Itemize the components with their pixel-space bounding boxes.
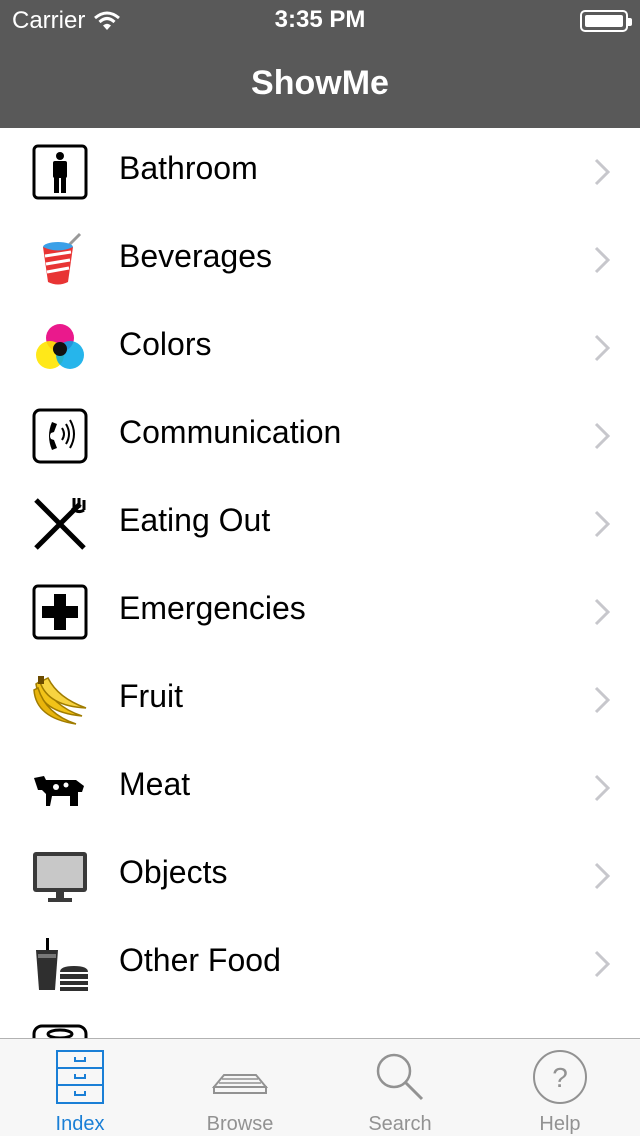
bathroom-icon [30, 142, 90, 202]
battery-level [585, 15, 623, 27]
drink-burger-icon [30, 934, 90, 994]
chevron-right-icon [594, 334, 610, 362]
list-item-label: Colors [119, 326, 212, 362]
page-title: ShowMe [251, 64, 389, 102]
cow-icon [30, 758, 90, 818]
browse-tray-icon [212, 1074, 268, 1094]
fork-knife-icon [30, 494, 90, 554]
list-item-communication[interactable]: Communication [0, 392, 640, 480]
magnifier-icon [376, 1053, 424, 1101]
chevron-right-icon [594, 862, 610, 890]
chevron-right-icon [594, 510, 610, 538]
tab-label: Search [368, 1113, 432, 1135]
battery-icon [580, 10, 632, 32]
beverage-cup-icon [30, 230, 90, 290]
status-time: 3:35 PM [274, 6, 366, 33]
monitor-icon [30, 846, 90, 906]
file-cabinet-icon [56, 1050, 104, 1104]
list-item-label: Bathroom [119, 150, 258, 186]
list-item-fruit[interactable]: Fruit [0, 656, 640, 744]
tab-index[interactable]: Index [0, 1039, 160, 1136]
list-item-other-food[interactable]: Other Food [0, 920, 640, 1008]
chevron-right-icon [594, 422, 610, 450]
tab-label: Index [55, 1113, 105, 1135]
first-aid-cross-icon [30, 582, 90, 642]
chevron-right-icon [594, 246, 610, 274]
list-item-label: Beverages [119, 238, 272, 274]
tab-label: Help [539, 1113, 581, 1135]
telephone-icon [30, 406, 90, 466]
list-item-emergencies[interactable]: Emergencies [0, 568, 640, 656]
tab-browse[interactable]: Browse [160, 1039, 320, 1136]
tab-help[interactable]: ? Help [480, 1039, 640, 1136]
tab-bar: Index Browse Search ? Help [0, 1038, 640, 1136]
chevron-right-icon [594, 950, 610, 978]
question-icon: ? [533, 1050, 587, 1104]
list-item-colors[interactable]: Colors [0, 304, 640, 392]
list-item-meat[interactable]: Meat [0, 744, 640, 832]
list-item-label: Other Food [119, 942, 281, 978]
navigation-header: Carrier 3:35 PM ShowMe [0, 0, 640, 128]
list-item-bathroom[interactable]: Bathroom [0, 128, 640, 216]
partial-item-icon [30, 1022, 90, 1038]
list-item-label: Communication [119, 414, 342, 450]
color-circles-icon [30, 318, 90, 378]
chevron-right-icon [594, 598, 610, 626]
bananas-icon [30, 670, 90, 730]
list-item-label: Fruit [119, 678, 183, 714]
list-item-label: Emergencies [119, 590, 306, 626]
list-item-beverages[interactable]: Beverages [0, 216, 640, 304]
list-item-eating-out[interactable]: Eating Out [0, 480, 640, 568]
status-bar: Carrier 3:35 PM [0, 0, 640, 40]
list-item-label: Meat [119, 766, 191, 802]
chevron-right-icon [594, 158, 610, 186]
chevron-right-icon [594, 686, 610, 714]
battery-tip [628, 18, 632, 26]
list-item-label: Objects [119, 854, 228, 890]
list-item-partial[interactable] [0, 1008, 640, 1038]
tab-search[interactable]: Search [320, 1039, 480, 1136]
chevron-right-icon [594, 774, 610, 802]
tab-label: Browse [206, 1113, 274, 1135]
svg-text:?: ? [552, 1062, 568, 1093]
category-list[interactable]: Bathroom Beverages Colors Communication … [0, 128, 640, 1038]
list-item-label: Eating Out [119, 502, 271, 538]
list-item-objects[interactable]: Objects [0, 832, 640, 920]
